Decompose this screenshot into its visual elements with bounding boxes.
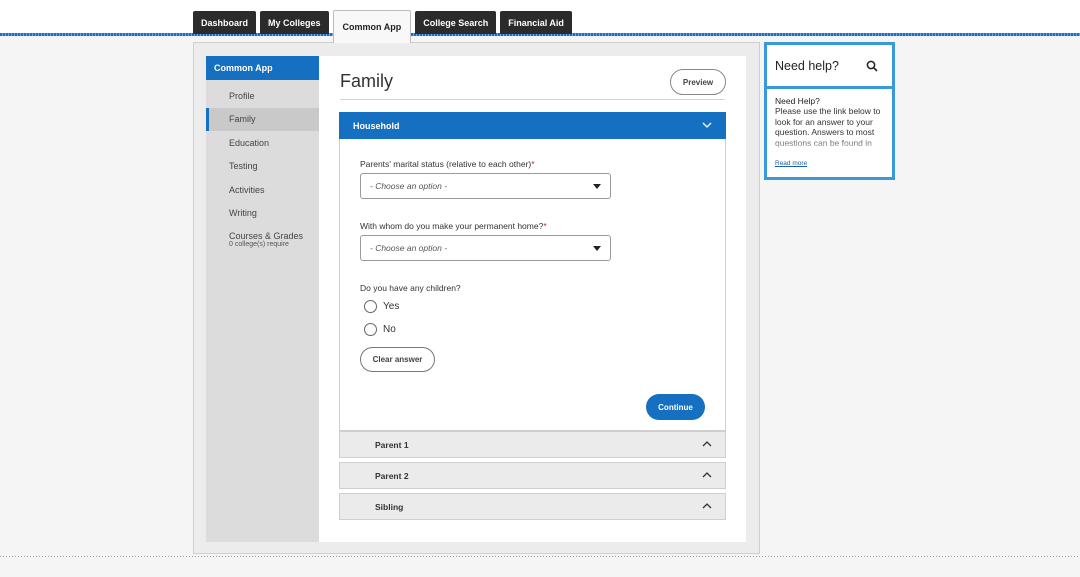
page-title: Family [340,71,393,91]
chevron-up-icon [701,500,713,515]
tab-college-search[interactable]: College Search [415,11,497,34]
required-mark: * [543,221,547,231]
read-more-link[interactable]: Read more [775,160,807,167]
sidebar-item-education[interactable]: Education [206,131,319,155]
section-title: Parent 2 [375,470,409,481]
marital-status-select[interactable]: - Choose an option - [360,173,611,199]
chevron-up-icon [701,438,713,453]
help-header: Need help? [767,45,892,89]
help-body: Need Help? Please use the link below to … [767,89,892,177]
tab-common-app[interactable]: Common App [332,10,412,43]
continue-button[interactable]: Continue [646,394,705,420]
sidebar-item-activities[interactable]: Activities [206,178,319,202]
marital-status-label-text: Parents' marital status (relative to eac… [360,159,532,169]
tab-financial-aid[interactable]: Financial Aid [500,11,572,34]
marital-status-value: - Choose an option - [370,181,448,191]
sidebar-item-family[interactable]: Family [206,107,329,131]
sidebar-item-profile[interactable]: Profile [206,84,319,108]
children-question-label: Do you have any children? [360,283,461,293]
sidebar-item-label: Activities [229,184,265,195]
sidebar-item-sublabel: 0 college(s) require [229,241,289,248]
permanent-home-label: With whom do you make your permanent hom… [360,221,547,231]
preview-button[interactable]: Preview [670,69,726,95]
sidebar-item-label: Profile [229,90,255,101]
section-title: Parent 1 [375,439,409,450]
radio-label-no: No [383,324,396,335]
sidebar-header: Common App [206,56,319,80]
sidebar-item-courses-grades[interactable]: Courses & Grades 0 college(s) require [206,225,319,255]
help-text-fade [767,137,892,155]
household-section-header[interactable]: Household [339,112,726,139]
children-option-no[interactable]: No [364,323,396,336]
sidebar-item-label: Education [229,137,270,148]
tab-my-colleges[interactable]: My Colleges [260,11,329,34]
marital-status-label: Parents' marital status (relative to eac… [360,159,535,169]
sidebar-item-label: Testing [229,161,258,172]
caret-down-icon [593,246,601,251]
help-panel: Need help? Need Help? Please use the lin… [764,42,895,180]
section-title: Sibling [375,501,404,512]
sidebar-item-writing[interactable]: Writing [206,202,319,226]
permanent-home-label-text: With whom do you make your permanent hom… [360,221,544,231]
chevron-up-icon [701,469,713,484]
main-tabs: Dashboard My Colleges Common App College… [193,10,576,43]
required-mark: * [531,159,535,169]
bottom-divider [0,556,1080,557]
title-divider [340,99,725,100]
parent-2-section-header[interactable]: Parent 2 [339,462,726,489]
help-title: Need help? [775,58,839,73]
sibling-section-header[interactable]: Sibling [339,493,726,520]
household-section-title: Household [353,120,400,131]
chevron-down-icon [701,119,713,134]
sidebar-item-label: Courses & Grades [229,231,304,241]
radio-label-yes: Yes [383,301,400,312]
sidebar-item-testing[interactable]: Testing [206,155,319,179]
clear-answer-button[interactable]: Clear answer [360,347,435,372]
tab-dashboard[interactable]: Dashboard [193,11,257,34]
parent-1-section-header[interactable]: Parent 1 [339,431,726,458]
sidebar-item-label: Writing [229,208,257,219]
children-option-yes[interactable]: Yes [364,300,399,313]
permanent-home-value: - Choose an option - [370,243,448,253]
permanent-home-select[interactable]: - Choose an option - [360,235,611,261]
sidebar: Common App Profile Family Education Test… [206,56,329,542]
help-body-title: Need Help? [775,96,820,106]
radio-button-icon[interactable] [364,323,377,336]
search-icon[interactable] [866,60,878,72]
radio-button-icon[interactable] [364,300,377,313]
caret-down-icon [593,184,601,189]
sidebar-item-label: Family [229,114,256,125]
